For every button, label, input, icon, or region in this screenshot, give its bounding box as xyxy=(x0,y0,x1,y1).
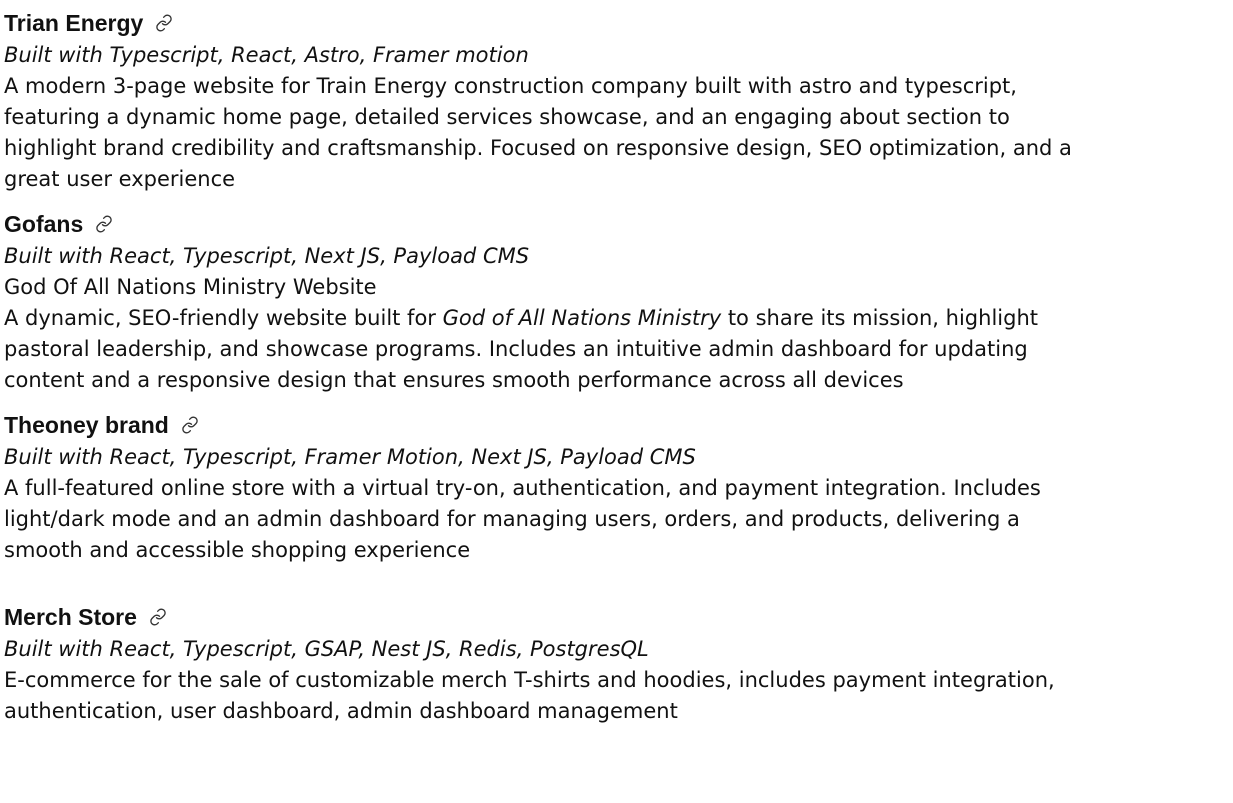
description-text: to share its mission, highlight xyxy=(721,306,1038,330)
project-description-line: A dynamic, SEO-friendly website built fo… xyxy=(4,303,1233,334)
project-description-line: light/dark mode and an admin dashboard f… xyxy=(4,507,1020,531)
project-title-row: Trian Energy xyxy=(4,6,1233,40)
project-tech-stack: Built with React, Typescript, Next JS, P… xyxy=(4,244,530,268)
link-icon[interactable] xyxy=(95,215,113,233)
project-tech-stack: Built with Typescript, React, Astro, Fra… xyxy=(4,43,529,67)
project-description-line: A modern 3-page website for Train Energy… xyxy=(4,74,1017,98)
project-name: Theoney brand xyxy=(4,411,169,438)
project-item: Trian Energy Built with Typescript, Reac… xyxy=(4,6,1233,195)
project-item: Gofans Built with React, Typescript, Nex… xyxy=(4,207,1233,396)
projects-list: Trian Energy Built with Typescript, Reac… xyxy=(4,0,1233,727)
link-icon[interactable] xyxy=(181,416,199,434)
description-text: A dynamic, SEO-friendly website built fo… xyxy=(4,306,443,330)
project-description-line: content and a responsive design that ens… xyxy=(4,368,904,392)
project-description-line: featuring a dynamic home page, detailed … xyxy=(4,105,1010,129)
project-description-line: great user experience xyxy=(4,167,236,191)
link-icon[interactable] xyxy=(149,608,167,626)
project-tech-stack: Built with React, Typescript, Framer Mot… xyxy=(4,445,696,469)
project-title-row: Merch Store xyxy=(4,600,1233,634)
project-description-line: E-commerce for the sale of customizable … xyxy=(4,668,1055,692)
project-title-row: Gofans xyxy=(4,207,1233,241)
link-icon[interactable] xyxy=(155,14,173,32)
project-description-line: highlight brand credibility and craftsma… xyxy=(4,136,1072,160)
description-emphasis: God of All Nations Ministry xyxy=(442,306,722,330)
project-tech-stack: Built with React, Typescript, GSAP, Nest… xyxy=(4,637,649,661)
project-item: Theoney brand Built with React, Typescri… xyxy=(4,408,1233,566)
project-item: Merch Store Built with React, Typescript… xyxy=(4,600,1233,727)
project-title-row: Theoney brand xyxy=(4,408,1233,442)
project-description-line: A full-featured online store with a virt… xyxy=(4,476,1041,500)
project-name: Gofans xyxy=(4,210,84,237)
project-description-line: pastoral leadership, and showcase progra… xyxy=(4,337,1028,361)
project-name: Trian Energy xyxy=(4,9,144,36)
project-name: Merch Store xyxy=(4,603,137,630)
project-subtitle: God Of All Nations Ministry Website xyxy=(4,275,377,299)
project-description-line: smooth and accessible shopping experienc… xyxy=(4,538,471,562)
project-description-line: authentication, user dashboard, admin da… xyxy=(4,699,678,723)
